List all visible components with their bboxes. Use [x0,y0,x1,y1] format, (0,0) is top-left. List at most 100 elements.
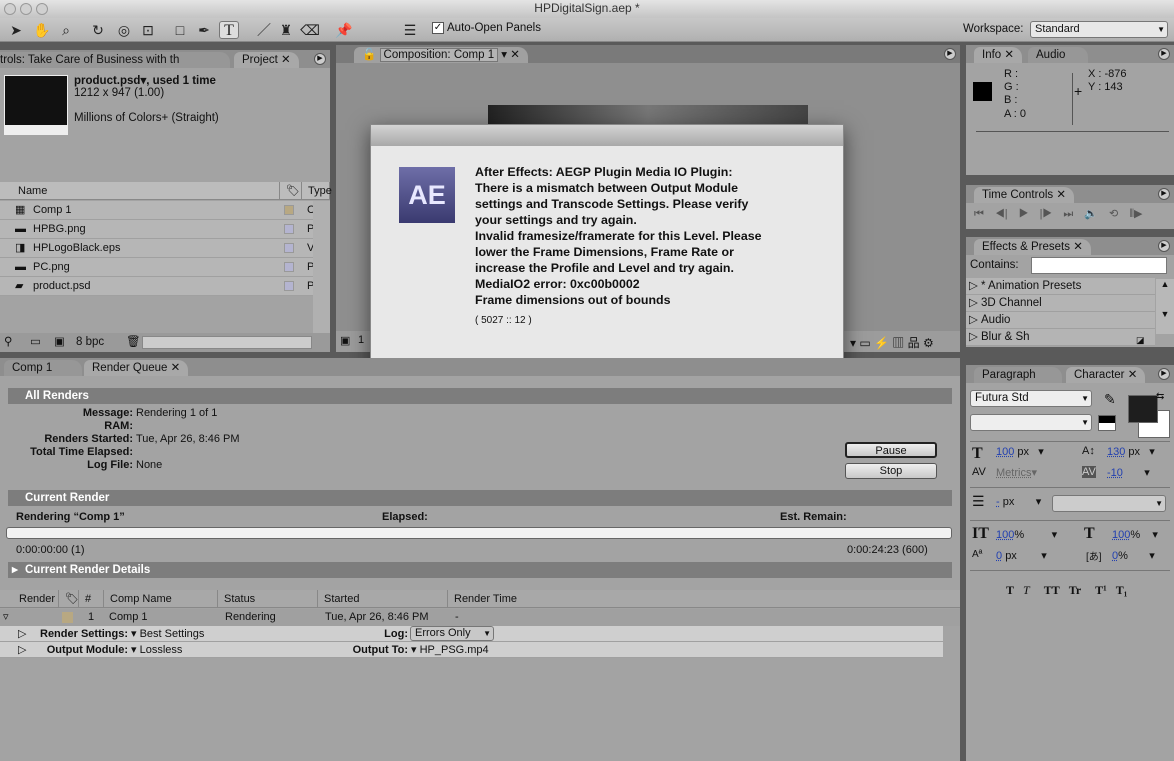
auto-open-panels-checkbox[interactable]: ✓ [432,22,444,34]
horizontal-scale-field[interactable]: 100% ▾ [1112,528,1158,541]
kerning-value[interactable]: Metrics [996,467,1031,479]
vertical-scale-field[interactable]: 100% ▾ [996,528,1057,541]
magnification-select[interactable]: 1 [358,334,364,346]
disclosure-triangle-icon[interactable]: ▷ [969,278,978,294]
panels-icon[interactable]: ☰ [400,21,420,39]
tracking-value[interactable]: -10 [1107,467,1123,479]
stroke-type-select[interactable] [1052,495,1166,512]
expand-icon[interactable]: ▿ [3,609,9,626]
panel-menu-icon[interactable]: ▶ [314,53,326,65]
tab-render-queue[interactable]: Render Queue ✕ [84,360,189,376]
view-options-icons[interactable]: ▾ ▭ ⚡ ▥ 品 ⚙ [850,334,934,351]
faux-bold-button[interactable]: T [1006,583,1014,597]
close-icon[interactable]: ✕ [1056,189,1066,201]
render-settings-dropdown[interactable]: ▾ Best Settings [131,626,204,642]
effects-category[interactable]: ▷ Blur & Sh [966,329,1155,346]
baseline-value[interactable]: 0 [996,550,1002,562]
previous-frame-icon[interactable]: ◀| [995,208,1008,220]
all-caps-button[interactable]: TT [1044,583,1060,597]
render-settings-value[interactable]: Best Settings [140,628,205,640]
small-caps-button[interactable]: Tr [1069,583,1081,597]
stroke-width-field[interactable]: - px ▾ [996,495,1041,508]
disclosure-triangle-icon[interactable]: ▷ [969,295,978,311]
project-item[interactable]: ▰ product.psd P [0,277,314,296]
column-started[interactable]: Started [318,590,448,608]
leading-value[interactable]: 130 [1107,446,1125,458]
pan-behind-tool-icon[interactable]: ⊡ [138,21,158,39]
bit-depth-button[interactable]: 8 bpc [76,333,104,352]
find-icon[interactable]: ⚲ [4,333,12,352]
current-render-details-toggle[interactable]: ▸ Current Render Details [8,562,952,578]
tsume-field[interactable]: 0% ▾ [1112,549,1155,562]
subscript-button[interactable]: T₁ [1116,583,1128,597]
label-color-swatch[interactable] [284,243,294,253]
effects-category[interactable]: ▷ 3D Channel [966,295,1155,312]
trash-icon[interactable]: 🗑 [126,333,141,352]
tab-paragraph[interactable]: Paragraph [974,367,1062,383]
kerning-field[interactable]: Metrics▾ [996,466,1037,479]
close-icon[interactable]: ✕ [1004,49,1014,61]
effects-search-input[interactable] [1031,257,1167,274]
disclosure-triangle-icon[interactable]: ▷ [18,642,26,658]
brush-tool-icon[interactable]: ／ [254,21,274,39]
column-render[interactable]: Render [13,590,59,608]
panel-menu-icon[interactable]: ▶ [944,48,956,60]
project-item[interactable]: ▬ HPBG.png P [0,220,314,239]
new-bin-icon[interactable]: ◪ [1136,335,1145,346]
last-frame-icon[interactable]: ⏭ [1063,208,1073,220]
panel-menu-icon[interactable]: ▶ [1158,48,1170,60]
ram-preview-icon[interactable]: ⫴▶ [1129,208,1142,220]
audio-icon[interactable]: 🔈 [1084,208,1098,220]
eyedropper-icon[interactable]: ✎ [1104,391,1116,408]
stroke-value[interactable]: - [996,496,1000,508]
puppet-pin-tool-icon[interactable]: 📌 [334,21,354,39]
fill-color-swatch[interactable] [1128,395,1158,423]
tab-effects-presets[interactable]: Effects & Presets ✕ [974,239,1091,255]
close-icon[interactable]: ✕ [1128,369,1138,381]
font-style-select[interactable] [970,414,1092,431]
pause-button[interactable]: Pause [845,442,937,458]
vscale-value[interactable]: 100 [996,529,1014,541]
selection-tool-icon[interactable]: ➤ [6,21,26,39]
rectangle-tool-icon[interactable]: □ [170,21,190,39]
hand-tool-icon[interactable]: ✋ [32,21,52,39]
panel-menu-icon[interactable]: ▶ [1158,368,1170,380]
column-type[interactable]: Type [302,182,332,200]
project-item[interactable]: ◨ HPLogoBlack.eps V [0,239,314,258]
superscript-button[interactable]: T¹ [1095,583,1107,597]
black-white-swatch[interactable] [1098,415,1116,431]
output-to-value[interactable]: HP_PSG.mp4 [420,644,489,656]
clone-stamp-tool-icon[interactable]: ♜ [276,21,296,39]
label-column-icon[interactable]: 🏷 [280,182,302,200]
font-size-value[interactable]: 100 [996,446,1014,458]
font-family-select[interactable]: Futura Std [970,390,1092,407]
disclosure-triangle-icon[interactable]: ▷ [18,626,26,642]
label-color-swatch[interactable] [284,224,294,234]
tab-composition[interactable]: 🔓 Composition: Comp 1 ▾ ✕ [354,47,528,63]
project-item[interactable]: ▬ PC.png P [0,258,314,277]
play-icon[interactable]: ▶ [1019,208,1029,220]
column-comp-name[interactable]: Comp Name [104,590,218,608]
panel-menu-icon[interactable]: ▶ [1158,240,1170,252]
horizontal-scrollbar[interactable] [142,336,312,349]
hscale-value[interactable]: 100 [1112,529,1130,541]
tab-audio[interactable]: Audio [1028,47,1088,63]
faux-italic-button[interactable]: T [1023,583,1030,597]
font-size-field[interactable]: 100 px ▾ [996,445,1044,458]
close-icon[interactable]: ✕ [171,362,181,374]
tab-comp-1[interactable]: Comp 1 [4,360,82,376]
tab-character[interactable]: Character ✕ [1066,367,1146,383]
eraser-tool-icon[interactable]: ⌫ [300,21,320,39]
zoom-window-button[interactable] [36,3,48,15]
column-number[interactable]: # [79,590,104,608]
tab-effect-controls[interactable]: trols: Take Care of Business with th [0,52,230,68]
workspace-select[interactable]: Standard [1030,21,1168,38]
pen-tool-icon[interactable]: ✒ [194,21,214,39]
project-item[interactable]: ▦ Comp 1C [0,201,315,220]
label-color-swatch[interactable] [284,281,294,291]
label-color-swatch[interactable] [284,205,294,215]
loop-icon[interactable]: ⟲ [1109,208,1118,220]
label-column-icon[interactable]: 🏷 [59,590,79,608]
minimize-window-button[interactable] [20,3,32,15]
next-frame-icon[interactable]: |▶ [1040,208,1053,220]
